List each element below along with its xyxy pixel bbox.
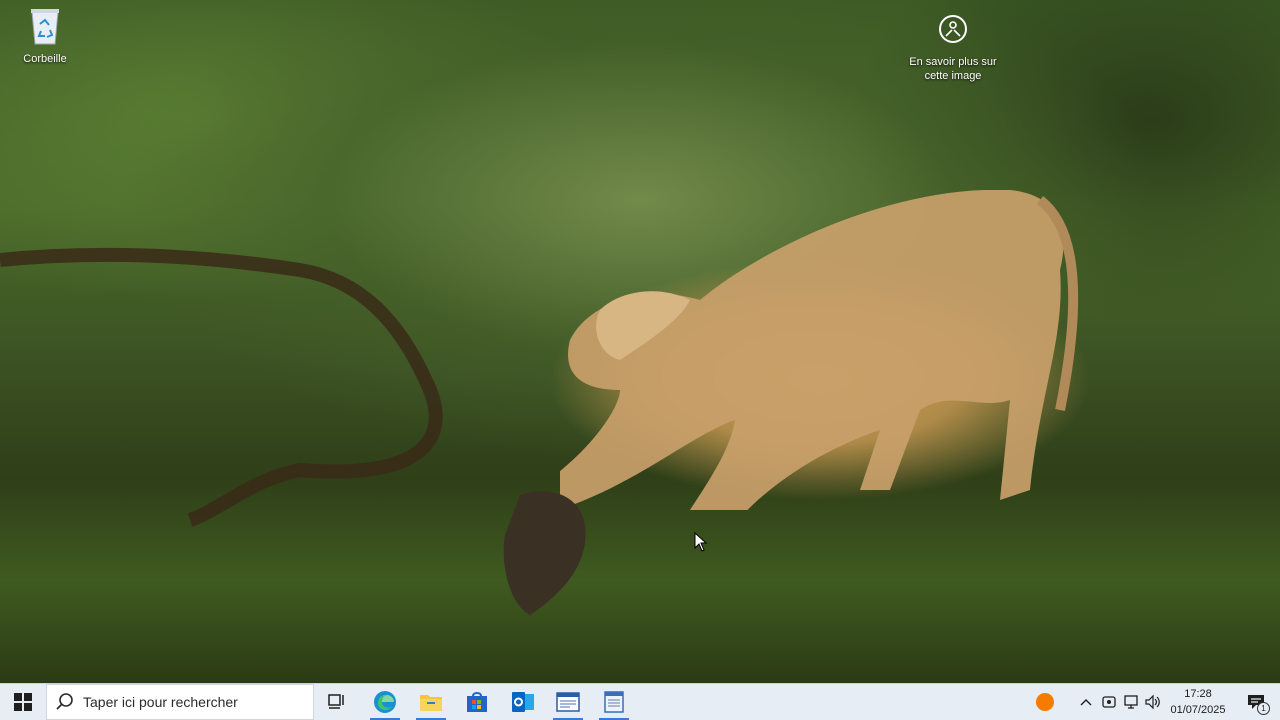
network-icon [1124,695,1138,709]
folder-icon [420,695,442,711]
notification-center-button[interactable]: 1 [1236,684,1276,720]
recycle-bin-label: Corbeille [23,53,67,65]
clock-date: 01/07/2025 [1170,704,1226,716]
recycle-bin-desktop-icon[interactable]: Corbeille [5,6,85,65]
taskbar-store-button[interactable] [454,684,500,720]
clock-time: 17:28 [1184,688,1212,700]
taskbar-search-box[interactable]: Taper ici pour rechercher [46,684,314,720]
app-window-icon [556,692,580,712]
taskbar-app-button-2[interactable] [591,684,637,720]
app-window-icon [604,691,624,713]
taskbar-outlook-button[interactable] [500,684,546,720]
search-placeholder: Taper ici pour rechercher [83,694,238,710]
wallpaper-branch [0,247,443,527]
windows-logo-icon [14,693,32,711]
search-icon [56,693,73,710]
learn-more-label: En savoir plus sur cette image [909,56,997,82]
tray-volume[interactable] [1142,684,1164,720]
start-button[interactable] [0,684,46,720]
taskbar-explorer-button[interactable] [408,684,454,720]
learn-more-desktop-icon[interactable]: En savoir plus sur cette image [903,14,1003,83]
taskbar-edge-button[interactable] [362,684,408,720]
wallpaper-lioness [560,190,1079,510]
chevron-up-icon [1080,699,1092,706]
taskbar-clock[interactable]: 17:28 01/07/2025 [1165,686,1231,718]
orange-circle-icon [1036,693,1054,711]
tray-overflow-button[interactable] [1076,684,1096,720]
tray-meet-now[interactable] [1098,684,1120,720]
task-view-button[interactable] [314,684,360,720]
learn-more-icon [939,15,967,43]
meet-now-icon [1102,696,1116,708]
tray-network[interactable] [1120,684,1142,720]
speaker-icon [1145,694,1160,710]
taskbar: Taper ici pour rechercher 17:28 01/07/20… [0,683,1280,720]
edge-icon [374,691,396,713]
task-view-icon [328,694,344,709]
tray-app-orange[interactable] [1032,684,1058,720]
recycle-bin-icon [31,9,59,45]
desktop-wallpaper: Corbeille En savoir plus sur cette image [0,0,1280,683]
taskbar-app-button-1[interactable] [545,684,591,720]
wallpaper-log [503,491,586,615]
outlook-icon [512,692,534,712]
store-icon [467,692,487,712]
notification-count-badge: 1 [1257,702,1270,715]
mouse-cursor-icon [694,532,708,552]
